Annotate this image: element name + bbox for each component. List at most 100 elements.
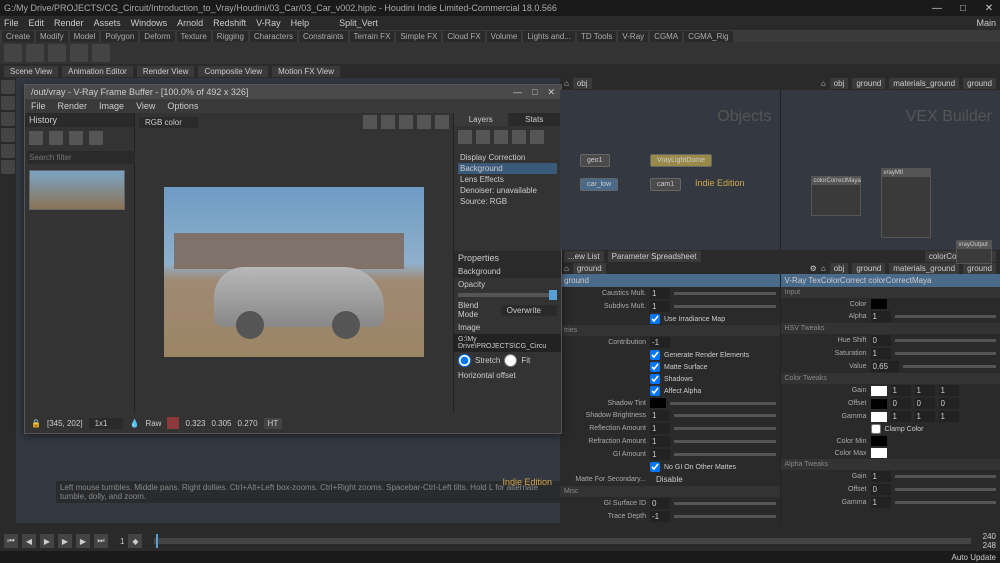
offset-r[interactable] xyxy=(891,398,911,409)
tree-denoise[interactable]: Denoiser: unavailable xyxy=(458,185,557,196)
history-icon[interactable] xyxy=(69,131,83,145)
refresh-icon[interactable] xyxy=(435,115,449,129)
hue-slider[interactable] xyxy=(895,339,997,342)
timeline-track[interactable] xyxy=(154,538,970,544)
tab-anim-editor[interactable]: Animation Editor xyxy=(62,66,133,77)
fit-radio[interactable] xyxy=(504,354,517,367)
path-obj2[interactable]: obj xyxy=(830,78,849,89)
shelf-terrain[interactable]: Terrain FX xyxy=(350,31,395,42)
irr-check[interactable] xyxy=(650,314,660,324)
auto-update-toggle[interactable]: Auto Update xyxy=(952,553,996,562)
path-mat[interactable]: materials_ground xyxy=(889,78,959,89)
vfb-menu-view[interactable]: View xyxy=(136,101,155,111)
msec-dropdown[interactable]: Disable xyxy=(650,474,699,485)
node-geo1[interactable]: geo1 xyxy=(580,154,610,167)
matte-check[interactable] xyxy=(650,362,660,372)
gear-icon[interactable]: ⚙ xyxy=(810,264,817,273)
color-swatch[interactable] xyxy=(871,299,887,309)
value-slider[interactable] xyxy=(903,365,997,368)
shelf-cgmarig[interactable]: CGMA_Rig xyxy=(684,31,732,42)
tint-swatch[interactable] xyxy=(650,398,666,408)
param-tab-list[interactable]: ...ew List xyxy=(564,251,604,262)
crumb-ground3[interactable]: ground xyxy=(963,263,996,274)
vex-cc-node[interactable]: colorCorrectMaya xyxy=(811,176,861,216)
sat-input[interactable] xyxy=(871,348,891,359)
menu-assets[interactable]: Assets xyxy=(94,18,121,28)
gi-input[interactable] xyxy=(650,449,670,460)
reflect-input[interactable] xyxy=(650,423,670,434)
layer-icon[interactable] xyxy=(494,130,508,144)
zoom-dropdown[interactable]: 1x1 xyxy=(89,418,124,429)
menu-edit[interactable]: Edit xyxy=(29,18,45,28)
param-tab-sheet[interactable]: Parameter Spreadsheet xyxy=(608,251,701,262)
layer-icon[interactable] xyxy=(476,130,490,144)
history-icon[interactable] xyxy=(89,131,103,145)
lock-icon[interactable]: 🔒 xyxy=(31,419,41,428)
shelf-lights[interactable]: Lights and... xyxy=(523,31,575,42)
shelf-create[interactable]: Create xyxy=(2,31,34,42)
play-button[interactable]: ▶ xyxy=(58,534,72,548)
tree-lens[interactable]: Lens Effects xyxy=(458,174,557,185)
gain-swatch[interactable] xyxy=(871,386,887,396)
vfb-minimize-button[interactable]: — xyxy=(513,87,522,98)
layer-icon[interactable] xyxy=(530,130,544,144)
shelf-polygon[interactable]: Polygon xyxy=(101,31,138,42)
current-frame[interactable]: 1 xyxy=(120,537,124,546)
tool-icon[interactable] xyxy=(1,144,15,158)
main-dropdown[interactable]: Main xyxy=(976,18,996,28)
menu-file[interactable]: File xyxy=(4,18,19,28)
region-icon[interactable] xyxy=(363,115,377,129)
cont-input[interactable] xyxy=(650,337,670,348)
alpha-input[interactable] xyxy=(871,311,891,322)
link-icon[interactable] xyxy=(381,115,395,129)
tab-motionfx[interactable]: Motion FX View xyxy=(272,66,340,77)
agamma-input[interactable] xyxy=(871,497,891,508)
menu-windows[interactable]: Windows xyxy=(131,18,168,28)
gain-r[interactable] xyxy=(891,385,911,396)
prev-frame-button[interactable]: ◀ xyxy=(22,534,36,548)
shelf-cgma[interactable]: CGMA xyxy=(650,31,682,42)
shelf-icon[interactable] xyxy=(92,44,110,62)
refract-input[interactable] xyxy=(650,436,670,447)
opacity-slider[interactable] xyxy=(458,293,557,297)
bright-input[interactable] xyxy=(650,410,670,421)
vfb-menu-render[interactable]: Render xyxy=(58,101,88,111)
menu-redshift[interactable]: Redshift xyxy=(213,18,246,28)
gi-slider[interactable] xyxy=(674,453,776,456)
reflect-slider[interactable] xyxy=(674,427,776,430)
layer-icon[interactable] xyxy=(512,130,526,144)
cmax-swatch[interactable] xyxy=(871,448,887,458)
offset-swatch[interactable] xyxy=(871,399,887,409)
subdivs-input[interactable] xyxy=(650,301,670,312)
image-path[interactable]: G:\My Drive\PROJECTS\CG_Circu xyxy=(458,336,557,350)
sat-slider[interactable] xyxy=(895,352,997,355)
shelf-volume[interactable]: Volume xyxy=(487,31,522,42)
crumb-ground2[interactable]: ground xyxy=(852,263,885,274)
aoffset-slider[interactable] xyxy=(895,488,997,491)
vex-mtl-node[interactable]: vrayMtl xyxy=(881,168,931,238)
network-view-obj[interactable]: Indie Edition Objects geo1 VrayLightDome… xyxy=(560,90,781,251)
shelf-texture[interactable]: Texture xyxy=(177,31,211,42)
history-thumbnail[interactable] xyxy=(29,170,125,210)
path-obj[interactable]: obj xyxy=(573,78,592,89)
select-tool-icon[interactable] xyxy=(1,80,15,94)
shelf-simplefx[interactable]: Simple FX xyxy=(396,31,441,42)
tab-render-view[interactable]: Render View xyxy=(137,66,195,77)
history-search-input[interactable] xyxy=(27,151,141,164)
aoffset-input[interactable] xyxy=(871,484,891,495)
cmin-swatch[interactable] xyxy=(871,436,887,446)
shelf-vray[interactable]: V-Ray xyxy=(618,31,648,42)
clamp-check[interactable] xyxy=(871,424,881,434)
shelf-icon[interactable] xyxy=(70,44,88,62)
gain-b[interactable] xyxy=(939,385,959,396)
agamma-slider[interactable] xyxy=(895,501,997,504)
layers-tab[interactable]: Layers xyxy=(454,113,508,126)
menu-render[interactable]: Render xyxy=(54,18,84,28)
history-icon[interactable] xyxy=(49,131,63,145)
nogi-check[interactable] xyxy=(650,462,660,472)
shelf-modify[interactable]: Modify xyxy=(36,31,68,42)
shelf-icon[interactable] xyxy=(48,44,66,62)
offset-g[interactable] xyxy=(915,398,935,409)
caustics-slider[interactable] xyxy=(674,292,776,295)
stats-tab[interactable]: Stats xyxy=(508,113,562,126)
